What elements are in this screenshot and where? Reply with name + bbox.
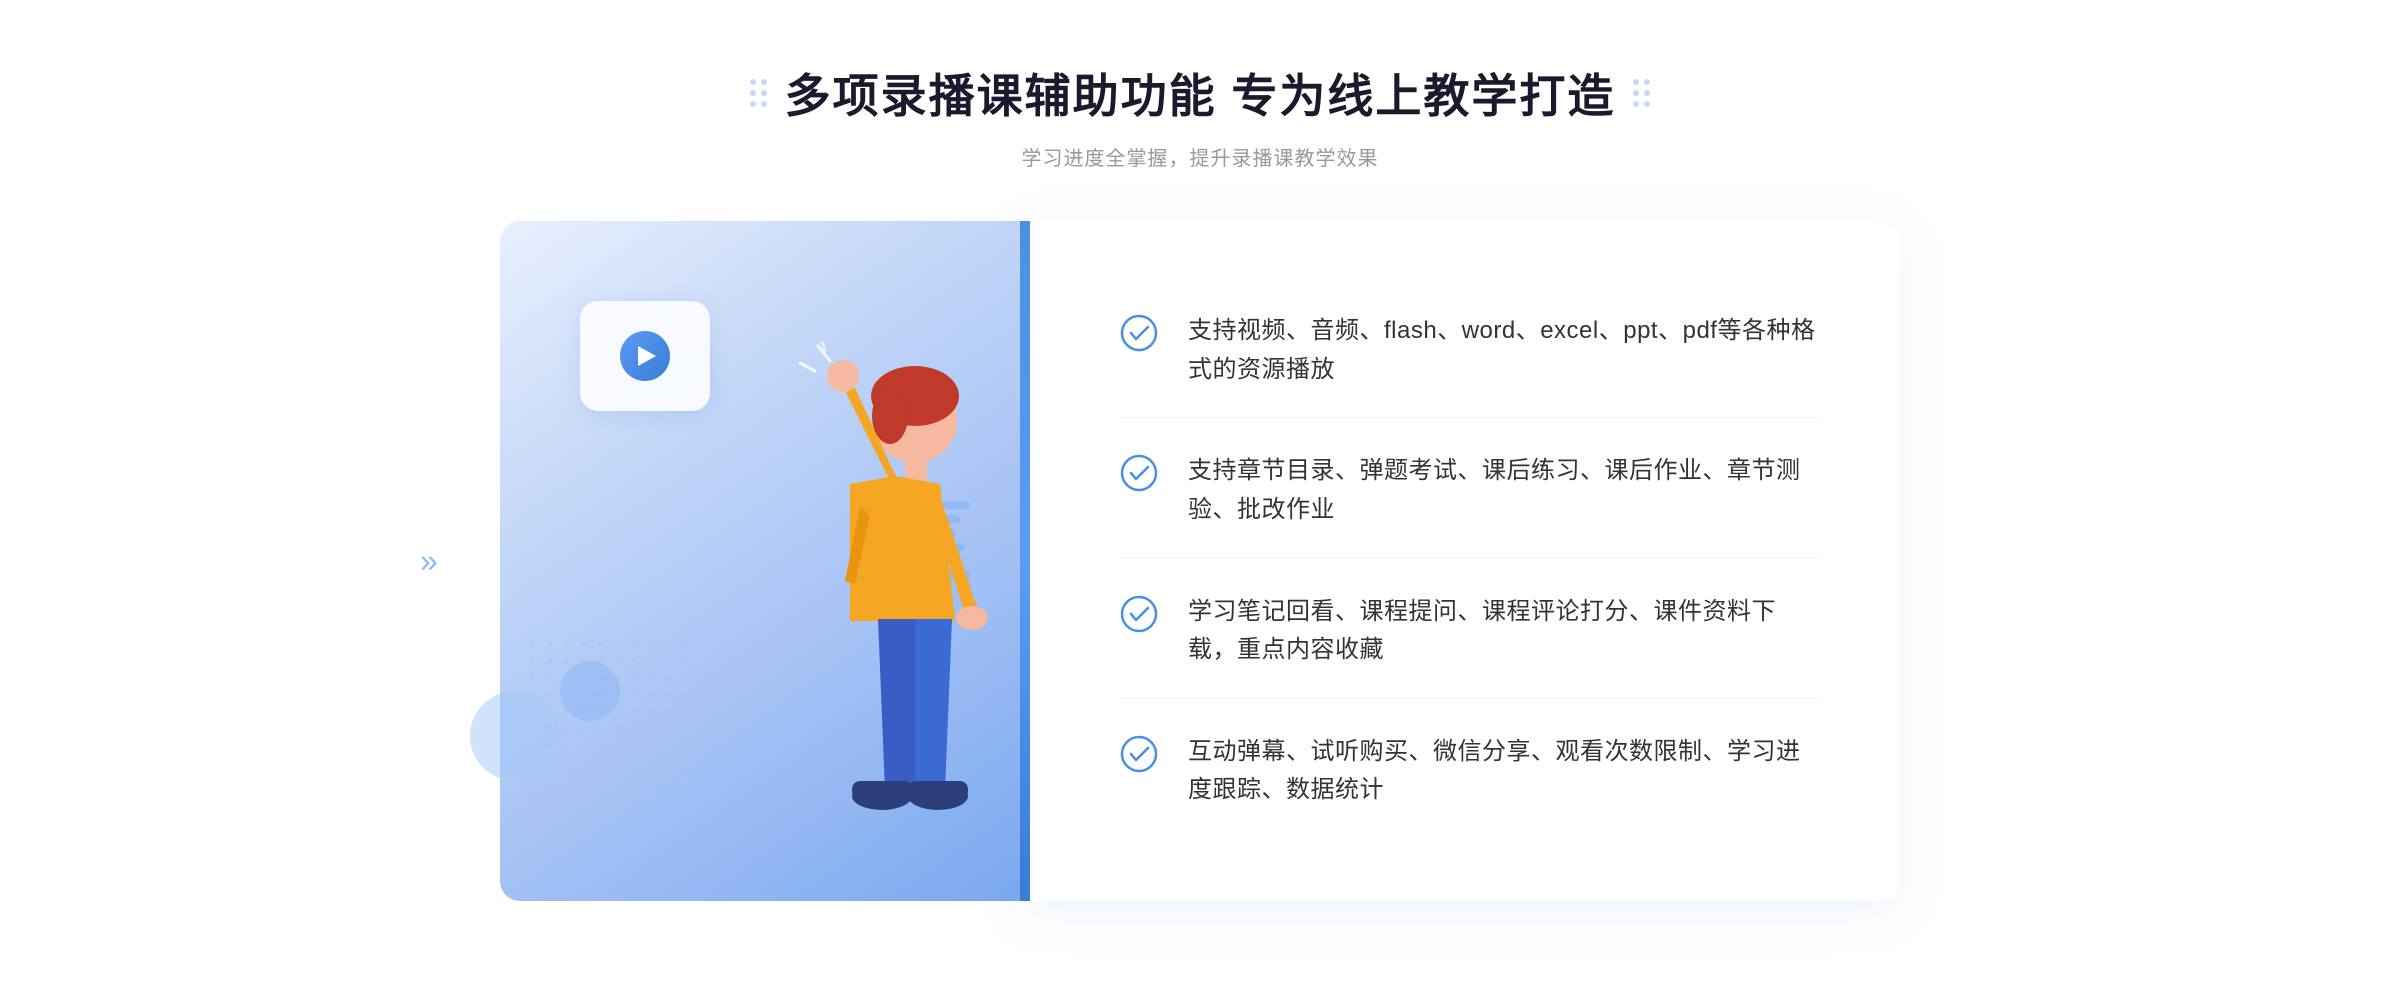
- check-icon-4: [1120, 735, 1158, 773]
- feature-text-2: 支持章节目录、弹题考试、课后练习、课后作业、章节测验、批改作业: [1188, 452, 1820, 529]
- speech-bubble: [580, 301, 710, 411]
- feature-item-2: 支持章节目录、弹题考试、课后练习、课后作业、章节测验、批改作业: [1120, 424, 1820, 558]
- deco-circle-1: [470, 691, 560, 781]
- feature-text-4: 互动弹幕、试听购买、微信分享、观看次数限制、学习进度跟踪、数据统计: [1188, 733, 1820, 810]
- person-illustration: [730, 341, 1050, 901]
- illustration-panel: // Will be populated via JS below: [500, 221, 1020, 901]
- check-icon-2: [1120, 454, 1158, 492]
- check-icon-1: [1120, 314, 1158, 352]
- check-icon-3: [1120, 595, 1158, 633]
- left-arrow-icon: »: [420, 543, 438, 580]
- deco-circle-2: [560, 661, 620, 721]
- accent-bar: [1020, 221, 1030, 901]
- feature-text-1: 支持视频、音频、flash、word、excel、ppt、pdf等各种格式的资源…: [1188, 312, 1820, 389]
- header-dots-right: [1633, 79, 1650, 107]
- features-panel: 支持视频、音频、flash、word、excel、ppt、pdf等各种格式的资源…: [1020, 221, 1900, 901]
- content-area: » // Will be populated via JS below: [500, 221, 1900, 901]
- page-title: 多项录播课辅助功能 专为线上教学打造: [785, 60, 1616, 126]
- page-subtitle: 学习进度全掌握，提升录播课教学效果: [1022, 142, 1379, 171]
- feature-item-4: 互动弹幕、试听购买、微信分享、观看次数限制、学习进度跟踪、数据统计: [1120, 705, 1820, 838]
- feature-text-3: 学习笔记回看、课程提问、课程评论打分、课件资料下载，重点内容收藏: [1188, 593, 1820, 670]
- feature-item-3: 学习笔记回看、课程提问、课程评论打分、课件资料下载，重点内容收藏: [1120, 565, 1820, 699]
- feature-item-1: 支持视频、音频、flash、word、excel、ppt、pdf等各种格式的资源…: [1120, 284, 1820, 418]
- header-dots-left: [750, 79, 767, 107]
- play-icon: [620, 331, 670, 381]
- page-header: 多项录播课辅助功能 专为线上教学打造: [750, 60, 1651, 126]
